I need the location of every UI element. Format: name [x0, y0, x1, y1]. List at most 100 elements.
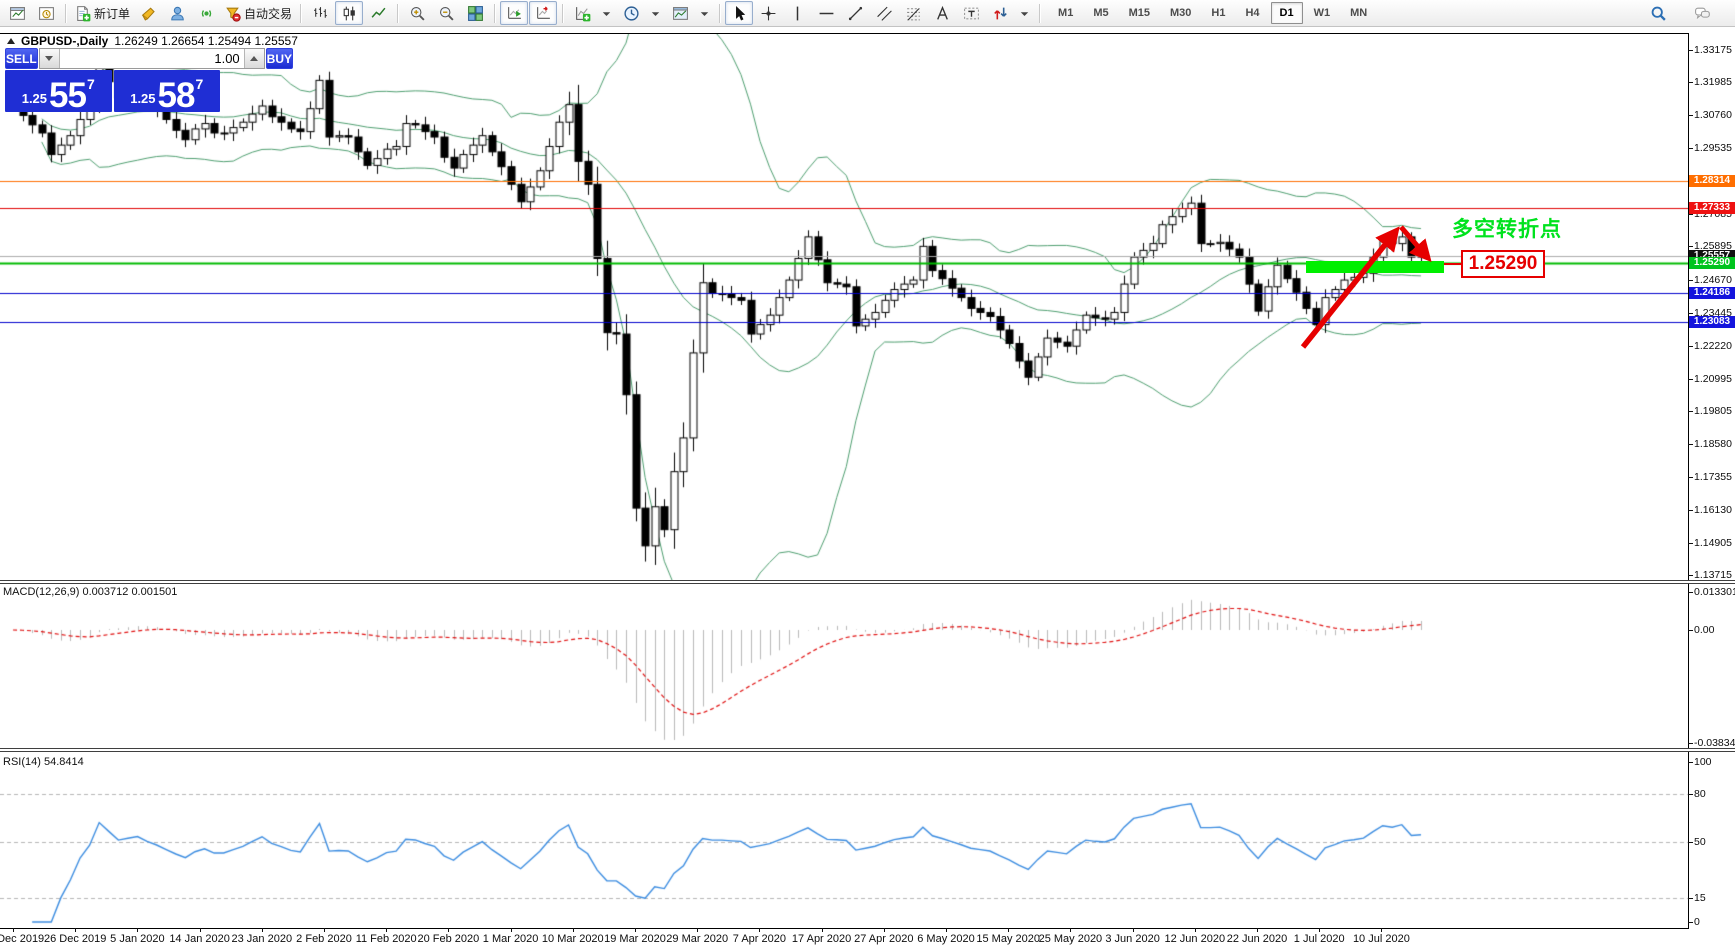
label-icon — [963, 5, 980, 22]
community-button[interactable] — [163, 1, 191, 25]
rsi-name: RSI(14) — [3, 756, 41, 768]
rsi-tick-mark — [1688, 922, 1693, 923]
trendline-icon — [847, 5, 864, 22]
price-tick-mark — [1688, 575, 1693, 576]
rsi-panel-canvas[interactable] — [0, 753, 1688, 928]
macd-signal-value: 0.001501 — [131, 586, 177, 598]
mt4-window: 新订单 自动交易 M1M5M15M30H1H4D1W1MN GBPUSD-,Dail… — [0, 0, 1735, 950]
date-axis-label: 10 Jul 2020 — [1341, 933, 1421, 945]
candle-chart-button[interactable] — [335, 1, 363, 25]
ask-price-cell[interactable]: 1.25587 — [114, 70, 221, 112]
signals-button[interactable] — [192, 1, 220, 25]
volume-input[interactable] — [60, 49, 244, 68]
timeframe-w1-button[interactable]: W1 — [1305, 2, 1340, 24]
support-zone-rectangle[interactable] — [1306, 261, 1444, 273]
auto-scroll-button[interactable] — [500, 1, 528, 25]
macd-axis-label: -0.038343 — [1694, 737, 1735, 749]
timeframe-d1-button[interactable]: D1 — [1271, 2, 1303, 24]
rsi-axis-label: 15 — [1694, 892, 1706, 904]
rsi-tick-mark — [1688, 794, 1693, 795]
tile-windows-button[interactable] — [461, 1, 489, 25]
rsi-panel-splitter[interactable] — [0, 748, 1735, 752]
new-chart-button[interactable] — [3, 1, 31, 25]
date-tick-mark — [386, 928, 387, 932]
volume-increase-button[interactable] — [244, 49, 264, 68]
macd-tick-mark — [1688, 630, 1693, 631]
timeframe-m1-button[interactable]: M1 — [1049, 2, 1082, 24]
trendline-button[interactable] — [841, 1, 869, 25]
price-tick-mark — [1688, 280, 1693, 281]
price-level-label-box[interactable]: 1.25290 — [1461, 250, 1545, 278]
chart-window: GBPUSD-,Daily 1.26249 1.26654 1.25494 1.… — [0, 27, 1735, 950]
market-button[interactable] — [134, 1, 162, 25]
price-line-badge: 1.25290 — [1689, 257, 1735, 269]
volume-decrease-button[interactable] — [40, 49, 60, 68]
search-button[interactable] — [1644, 1, 1672, 25]
buy-button[interactable]: BUY — [266, 48, 293, 69]
macd-panel-splitter[interactable] — [0, 580, 1735, 584]
turning-point-annotation[interactable]: 多空转折点 — [1452, 213, 1562, 243]
collapse-quote-panel-icon[interactable] — [7, 38, 15, 44]
date-tick-mark — [884, 928, 885, 932]
timeframe-m30-button[interactable]: M30 — [1161, 2, 1200, 24]
label-button[interactable] — [957, 1, 985, 25]
zoom-out-button[interactable] — [432, 1, 460, 25]
sell-button[interactable]: SELL — [5, 48, 38, 69]
dropdown-arrow-button[interactable] — [597, 1, 616, 25]
date-tick-mark — [1195, 928, 1196, 932]
dropdown-arrow-button[interactable] — [1015, 1, 1034, 25]
dropdown-icon — [696, 5, 713, 22]
vline-button[interactable] — [783, 1, 811, 25]
date-tick-mark — [137, 928, 138, 932]
bid-price-cell[interactable]: 1.25557 — [5, 70, 112, 112]
auto-scroll-icon — [506, 5, 523, 22]
chart-shift-icon — [535, 5, 552, 22]
ask-prefix: 1.25 — [130, 92, 155, 105]
profiles-button[interactable] — [32, 1, 60, 25]
zoom-in-button[interactable] — [403, 1, 431, 25]
crosshair-button[interactable] — [754, 1, 782, 25]
chart-frame-bottom — [0, 928, 1689, 929]
timeframe-h4-button[interactable]: H4 — [1236, 2, 1268, 24]
rsi-indicator-label: RSI(14) 54.8414 — [3, 756, 84, 768]
indicators-icon — [574, 5, 591, 22]
price-tick-mark — [1688, 444, 1693, 445]
bid-pips: 55 — [49, 82, 86, 110]
price-tick-mark — [1688, 148, 1693, 149]
new-order-button[interactable]: 新订单 — [71, 1, 133, 25]
chat-button[interactable] — [1688, 1, 1716, 25]
fibonacci-button[interactable] — [899, 1, 927, 25]
indicators-button[interactable] — [568, 1, 596, 25]
bar-chart-button[interactable] — [306, 1, 334, 25]
dropdown-arrow-button[interactable] — [646, 1, 665, 25]
periods-button[interactable] — [617, 1, 645, 25]
shapes-button[interactable] — [986, 1, 1014, 25]
volume-up-icon — [250, 56, 258, 61]
date-tick-mark — [1133, 928, 1134, 932]
price-tick-label: 1.20995 — [1694, 373, 1732, 385]
date-tick-mark — [697, 928, 698, 932]
price-tick-label: 1.19805 — [1694, 405, 1732, 417]
text-icon — [934, 5, 951, 22]
rsi-tick-mark — [1688, 842, 1693, 843]
cursor-button[interactable] — [725, 1, 753, 25]
timeframe-h1-button[interactable]: H1 — [1202, 2, 1234, 24]
text-button[interactable] — [928, 1, 956, 25]
date-tick-mark — [946, 928, 947, 932]
price-tick-label: 1.13715 — [1694, 569, 1732, 581]
channel-button[interactable] — [870, 1, 898, 25]
timeframe-mn-button[interactable]: MN — [1341, 2, 1376, 24]
price-tick-mark — [1688, 313, 1693, 314]
timeframe-m5-button[interactable]: M5 — [1084, 2, 1117, 24]
timeframe-m15-button[interactable]: M15 — [1120, 2, 1159, 24]
date-tick-mark — [1257, 928, 1258, 932]
candle-chart-icon — [341, 5, 358, 22]
templates-button[interactable] — [666, 1, 694, 25]
line-chart-button[interactable] — [364, 1, 392, 25]
autotrade-button[interactable]: 自动交易 — [221, 1, 295, 25]
chart-shift-button[interactable] — [529, 1, 557, 25]
price-chart-canvas[interactable] — [0, 34, 1688, 580]
macd-panel-canvas[interactable] — [0, 584, 1688, 748]
hline-button[interactable] — [812, 1, 840, 25]
dropdown-arrow-button[interactable] — [695, 1, 714, 25]
